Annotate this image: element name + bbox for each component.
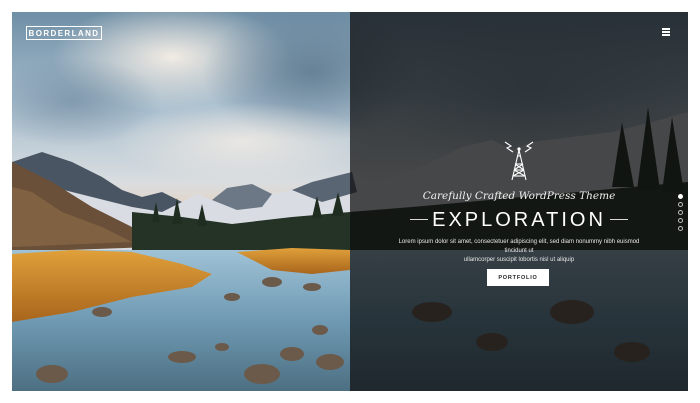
hamburger-menu-button[interactable] (662, 27, 672, 37)
hamburger-icon-bar (662, 31, 670, 33)
hamburger-icon-bar (662, 34, 670, 36)
slider-dot[interactable] (678, 202, 683, 207)
slider-dot[interactable] (678, 218, 683, 223)
site-logo[interactable]: BORDERLAND (26, 26, 102, 40)
hamburger-icon-bar (662, 28, 670, 30)
slider-pagination (678, 194, 684, 244)
hero-title-row: EXPLORATION (350, 208, 688, 232)
hero-description-line: Lorem ipsum dolor sit amet, consectetuer… (398, 239, 640, 254)
slider-dot[interactable] (678, 194, 683, 199)
title-divider-right (610, 219, 628, 220)
hero-content: Carefully Crafted WordPress Theme EXPLOR… (350, 132, 688, 292)
hero-tagline: Carefully Crafted WordPress Theme (422, 190, 616, 202)
portfolio-button[interactable]: PORTFOLIO (487, 269, 549, 286)
hero-slide: BORDERLAND Carefully Crafted WordPress T… (12, 12, 688, 391)
hero-description: Lorem ipsum dolor sit amet, consectetuer… (390, 238, 648, 265)
hero-description-line: ullamcorper suscipit lobortis nisl ut al… (463, 257, 575, 263)
hero-title: EXPLORATION (432, 209, 606, 231)
slider-dot[interactable] (678, 226, 683, 231)
radio-tower-icon (504, 141, 534, 181)
slider-dot[interactable] (678, 210, 683, 215)
